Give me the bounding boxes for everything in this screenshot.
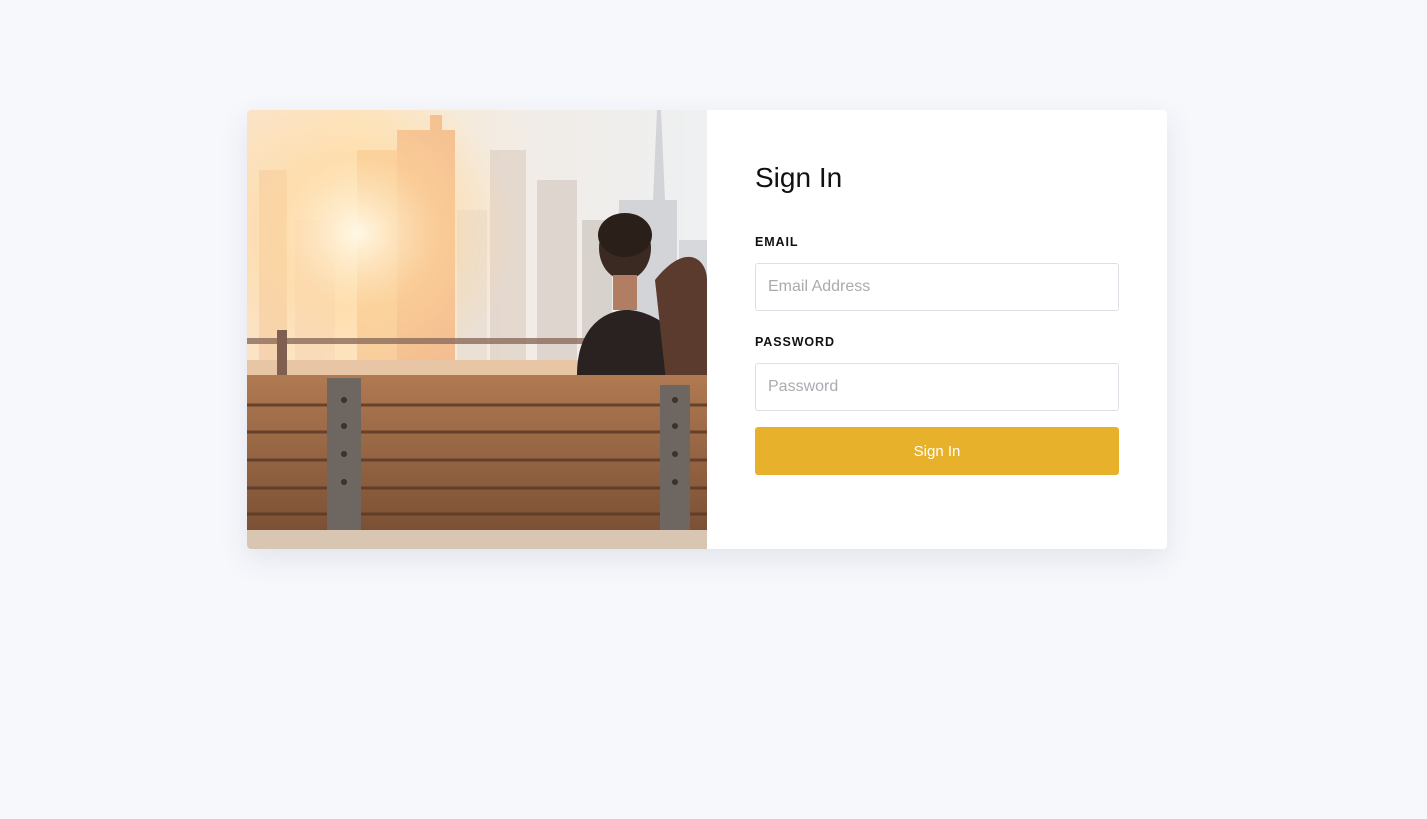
password-label: PASSWORD xyxy=(755,335,835,349)
email-field[interactable] xyxy=(755,263,1119,311)
email-group: EMAIL xyxy=(755,234,1119,311)
email-label: EMAIL xyxy=(755,235,799,249)
signin-form: Sign In EMAIL PASSWORD Sign In xyxy=(707,110,1167,549)
hero-photo xyxy=(247,110,707,549)
login-card: Sign In EMAIL PASSWORD Sign In xyxy=(247,110,1167,549)
password-field[interactable] xyxy=(755,363,1119,411)
page-title: Sign In xyxy=(755,162,843,193)
password-group: PASSWORD xyxy=(755,334,1119,411)
sign-in-button[interactable]: Sign In xyxy=(755,427,1119,475)
